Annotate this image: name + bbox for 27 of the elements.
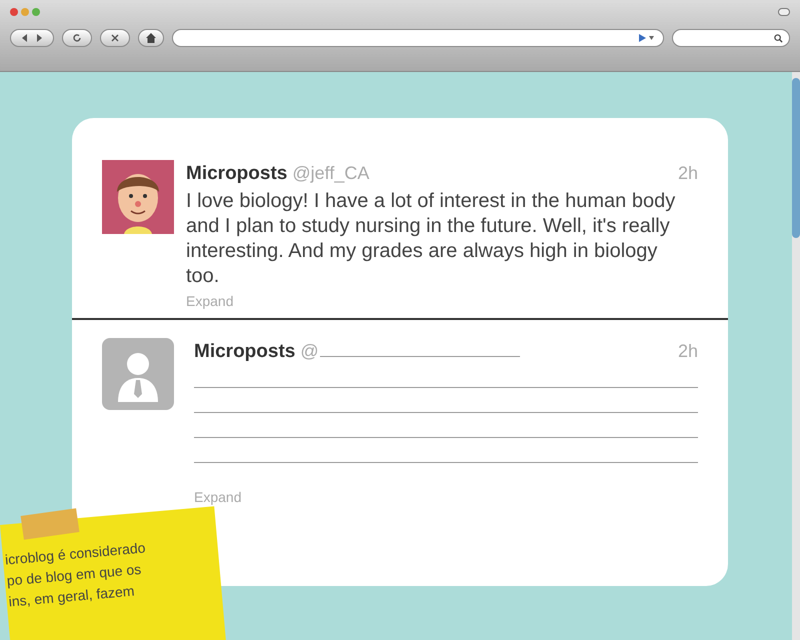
stop-icon bbox=[111, 34, 119, 42]
author-name[interactable]: Microposts bbox=[194, 338, 296, 366]
reload-icon bbox=[72, 33, 82, 43]
forward-icon bbox=[35, 34, 43, 42]
reload-button[interactable] bbox=[62, 29, 92, 47]
back-icon bbox=[21, 34, 29, 42]
stop-button[interactable] bbox=[100, 29, 130, 47]
home-button[interactable] bbox=[138, 29, 164, 47]
author-name[interactable]: Microposts bbox=[186, 160, 288, 188]
default-avatar bbox=[102, 338, 174, 410]
scrollbar-thumb[interactable] bbox=[792, 78, 800, 238]
oval-button[interactable] bbox=[778, 8, 790, 16]
post-text: I love biology! I have a lot of interest in the human body and I plan to study nursing in the future. Well, it's really interesting. And my grades are always high in biology too. bbox=[186, 188, 676, 288]
note-text-line: icroblog é considerado bbox=[4, 538, 148, 568]
expand-link[interactable]: Expand bbox=[194, 486, 242, 508]
user-handle[interactable]: @jeff_CA bbox=[292, 160, 370, 187]
post-time: 2h bbox=[678, 162, 698, 185]
expand-link[interactable]: Expand bbox=[186, 290, 234, 312]
scrollbar[interactable] bbox=[792, 72, 800, 640]
post-time: 2h bbox=[678, 340, 698, 363]
search-field[interactable] bbox=[672, 29, 790, 47]
address-field[interactable] bbox=[172, 29, 664, 47]
back-forward-buttons[interactable] bbox=[10, 29, 54, 47]
go-icon bbox=[639, 34, 655, 42]
home-icon bbox=[146, 33, 156, 43]
search-icon bbox=[774, 34, 783, 42]
user-handle[interactable]: @ bbox=[300, 338, 319, 365]
